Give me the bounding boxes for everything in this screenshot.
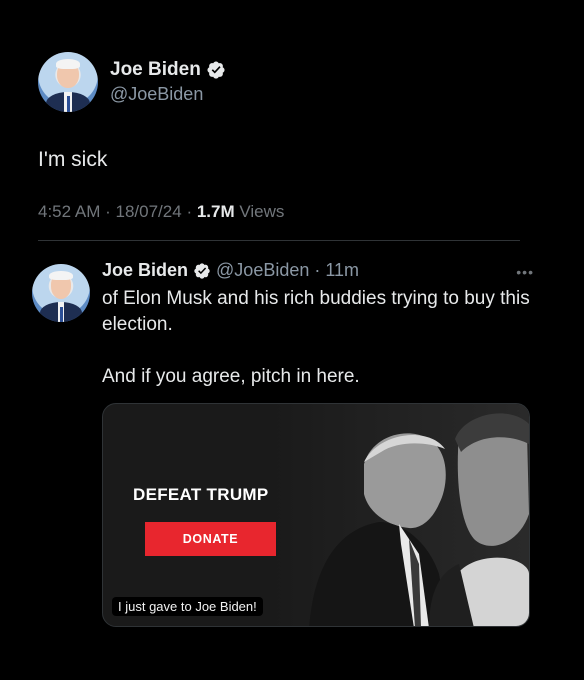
more-horizontal-icon[interactable]: ••• xyxy=(516,264,534,280)
divider xyxy=(38,240,520,241)
quoted-text-line: of Elon Musk and his rich buddies trying… xyxy=(102,288,530,335)
tweet-age[interactable]: 11m xyxy=(325,260,359,281)
quoted-tweet-header: Joe Biden @JoeBiden · 11m xyxy=(102,260,532,281)
tweet-time[interactable]: 4:52 AM xyxy=(38,202,100,221)
meta-separator: · xyxy=(105,202,111,221)
tweet-text: I'm sick xyxy=(38,148,108,171)
tweet-date[interactable]: 18/07/24 xyxy=(116,202,182,221)
quoted-tweet-body: Joe Biden @JoeBiden · 11m ••• of Elon Mu… xyxy=(102,260,534,416)
verified-badge-icon xyxy=(194,262,210,279)
views-count[interactable]: 1.7M xyxy=(197,202,235,221)
display-name[interactable]: Joe Biden xyxy=(110,59,201,81)
quoted-text-line: And if you agree, pitch in here. xyxy=(102,366,360,387)
author-block: Joe Biden @JoeBiden xyxy=(110,59,226,105)
photo-image xyxy=(269,404,529,626)
avatar[interactable] xyxy=(38,52,98,112)
media-card[interactable]: DEFEAT TRUMP DONATE I just gave to Joe B… xyxy=(102,403,530,627)
card-caption: I just gave to Joe Biden! xyxy=(112,597,263,616)
display-name[interactable]: Joe Biden xyxy=(102,260,188,281)
views-label[interactable]: Views xyxy=(239,202,284,221)
avatar[interactable] xyxy=(32,264,90,322)
tweet-meta: 4:52 AM · 18/07/24 · 1.7M Views xyxy=(38,202,284,222)
quoted-tweet-text: of Elon Musk and his rich buddies trying… xyxy=(102,286,532,390)
handle[interactable]: @JoeBiden xyxy=(216,260,309,281)
handle[interactable]: @JoeBiden xyxy=(110,84,226,105)
donate-button[interactable]: DONATE xyxy=(145,522,276,556)
verified-badge-icon xyxy=(207,61,225,79)
card-headline: DEFEAT TRUMP xyxy=(133,485,269,504)
meta-separator: · xyxy=(186,202,193,221)
meta-separator: · xyxy=(314,260,321,280)
